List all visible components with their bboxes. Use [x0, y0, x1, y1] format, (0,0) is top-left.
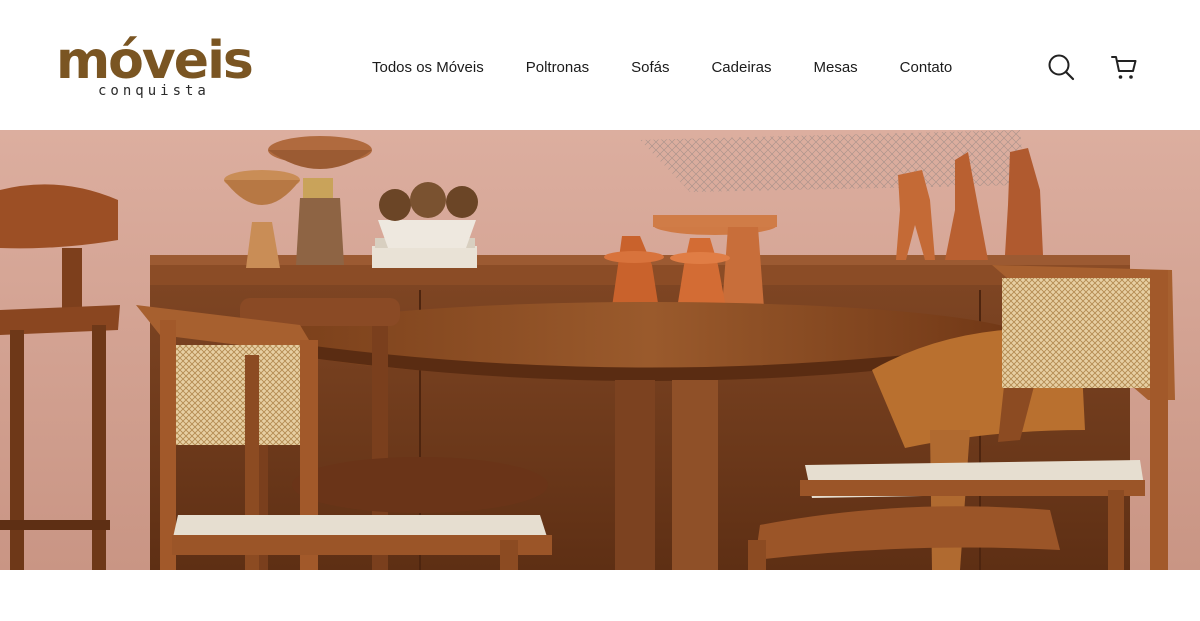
brand-logo[interactable]: móveis conquista	[56, 22, 256, 102]
page-content-area	[0, 570, 1200, 621]
nav-item-contato[interactable]: Contato	[900, 58, 953, 78]
hero-image	[0, 130, 1200, 570]
main-navigation: Todos os Móveis Poltronas Sofás Cadeiras…	[372, 58, 952, 78]
logo-tagline: conquista	[98, 83, 210, 99]
search-button[interactable]	[1046, 52, 1076, 82]
nav-item-sofas[interactable]: Sofás	[631, 58, 669, 78]
site-header: móveis conquista Todos os Móveis Poltron…	[0, 0, 1200, 130]
hero-banner[interactable]	[0, 130, 1200, 570]
nav-item-cadeiras[interactable]: Cadeiras	[711, 58, 771, 78]
logo-mark: móveis conquista	[56, 31, 254, 99]
cart-icon	[1111, 56, 1137, 79]
nav-item-poltronas[interactable]: Poltronas	[526, 58, 589, 78]
logo-wordmark: móveis	[56, 31, 252, 91]
search-icon	[1048, 54, 1075, 81]
nav-item-todos-os-moveis[interactable]: Todos os Móveis	[372, 58, 484, 78]
cart-button[interactable]	[1109, 52, 1139, 82]
nav-item-mesas[interactable]: Mesas	[813, 58, 857, 78]
